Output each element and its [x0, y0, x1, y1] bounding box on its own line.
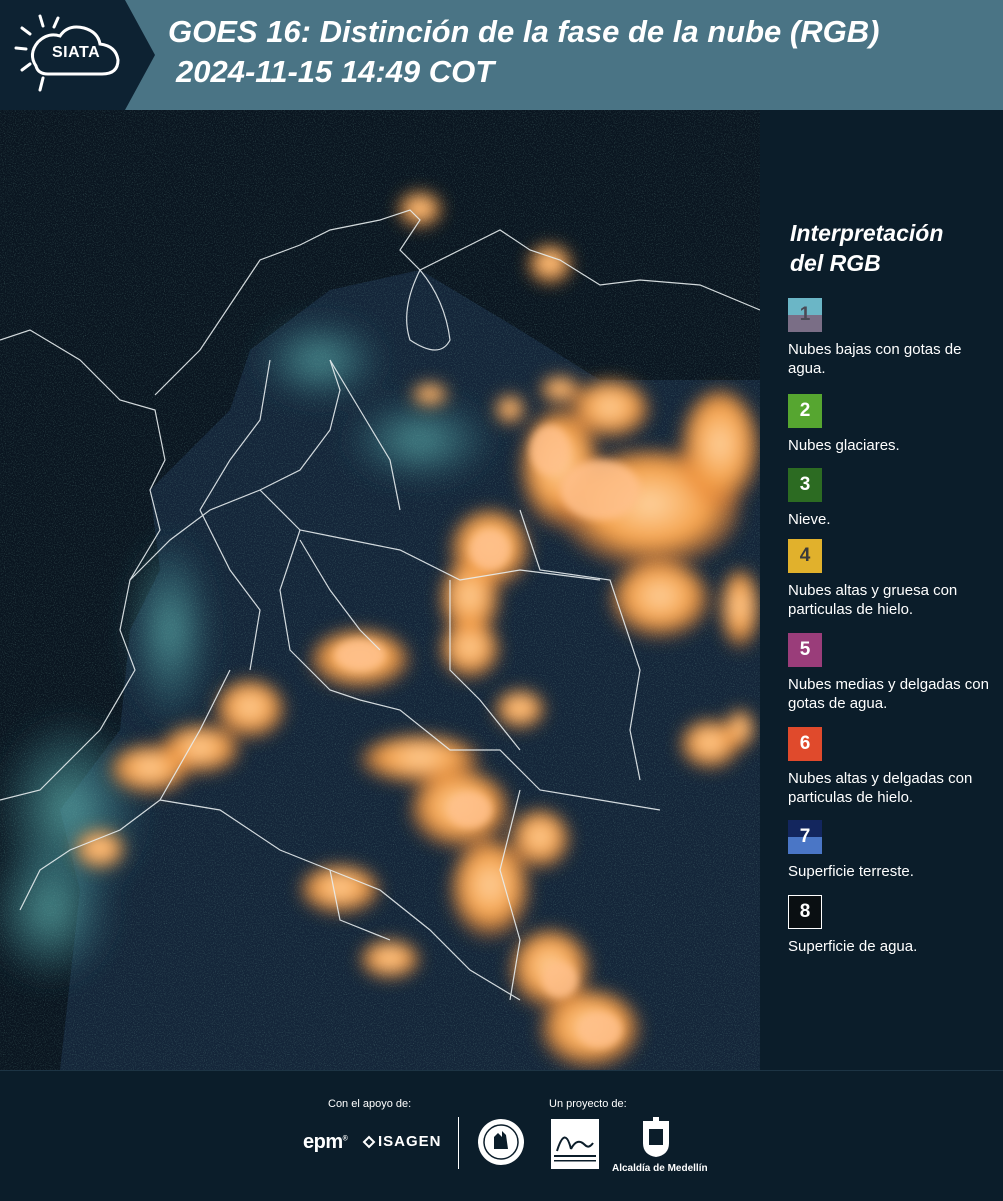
satellite-map-graphic — [0, 110, 760, 1070]
legend-item-5: 5 Nubes medias y delgadas con gotas de a… — [788, 633, 998, 713]
legend-number-3: 3 — [799, 474, 811, 495]
isagen-logo-icon — [362, 1135, 376, 1149]
legend-swatch-4: 4 — [788, 539, 822, 573]
legend-label-3: Nieve. — [788, 511, 831, 528]
seal-logo-icon — [478, 1119, 524, 1165]
legend-label-5: Nubes medias y delgadas con gotas de agu… — [788, 676, 989, 712]
siata-logo-text: SIATA — [52, 44, 101, 61]
epm-logo: epm® — [303, 1131, 348, 1153]
legend-item-7: 7 Superficie terreste. — [788, 820, 998, 881]
legend-number-2: 2 — [799, 400, 811, 421]
support-label: Con el apoyo de: — [328, 1098, 412, 1110]
legend-number-1: 1 — [799, 304, 811, 325]
legend-number-5: 5 — [799, 639, 811, 660]
legend-label-1: Nubes bajas con gotas de agua. — [788, 341, 962, 377]
legend-item-2: 2 Nubes glaciares. — [788, 394, 998, 455]
legend-label-7: Superficie terreste. — [788, 863, 914, 880]
legend-number-8: 8 — [799, 901, 811, 922]
legend-number-6: 6 — [799, 733, 811, 754]
satellite-rgb-image — [0, 110, 760, 1070]
legend-title-line1: Interpretación — [790, 220, 944, 246]
legend-title-line2: del RGB — [790, 250, 881, 276]
legend-item-8: 8 Superficie de agua. — [788, 895, 998, 956]
legend-label-4: Nubes altas y gruesa con particulas de h… — [788, 582, 958, 618]
legend-item-1: 1 Nubes bajas con gotas de agua. — [788, 298, 998, 378]
legend-title: Interpretación del RGB — [790, 218, 990, 278]
area-metropolitana-logo-icon — [551, 1119, 599, 1169]
legend-number-7: 7 — [799, 826, 811, 847]
isagen-logo-text: ISAGEN — [378, 1133, 442, 1150]
legend-swatch-3: 3 — [788, 468, 822, 502]
page-timestamp: 2024-11-15 14:49 COT — [176, 54, 495, 89]
header-banner: SIATA GOES 16: Distinción de la fase de … — [0, 0, 1003, 110]
page-title: GOES 16: Distinción de la fase de la nub… — [168, 14, 880, 49]
legend-swatch-2: 2 — [788, 394, 822, 428]
alcaldia-shield-icon — [643, 1117, 669, 1157]
epm-logo-text: epm — [303, 1131, 343, 1153]
project-label: Un proyecto de: — [549, 1098, 627, 1110]
footer-sponsors: Con el apoyo de: Un proyecto de: epm® IS… — [0, 1070, 1003, 1201]
legend-label-8: Superficie de agua. — [788, 938, 918, 955]
footer-divider — [458, 1117, 459, 1169]
legend-swatch-6: 6 — [788, 727, 822, 761]
legend-swatch-5: 5 — [788, 633, 822, 667]
rgb-legend: Interpretación del RGB 1 Nubes bajas con… — [760, 110, 1003, 1070]
legend-swatch-1: 1 — [788, 298, 822, 332]
alcaldia-logo-text: Alcaldía de Medellín — [612, 1163, 708, 1174]
legend-swatch-8: 8 — [788, 895, 822, 929]
legend-item-6: 6 Nubes altas y delgadas con particulas … — [788, 727, 998, 807]
legend-number-4: 4 — [799, 545, 811, 566]
legend-item-4: 4 Nubes altas y gruesa con particulas de… — [788, 539, 998, 619]
legend-label-6: Nubes altas y delgadas con particulas de… — [788, 770, 973, 806]
legend-label-2: Nubes glaciares. — [788, 437, 900, 454]
legend-swatch-7: 7 — [788, 820, 822, 854]
legend-item-3: 3 Nieve. — [788, 468, 998, 529]
